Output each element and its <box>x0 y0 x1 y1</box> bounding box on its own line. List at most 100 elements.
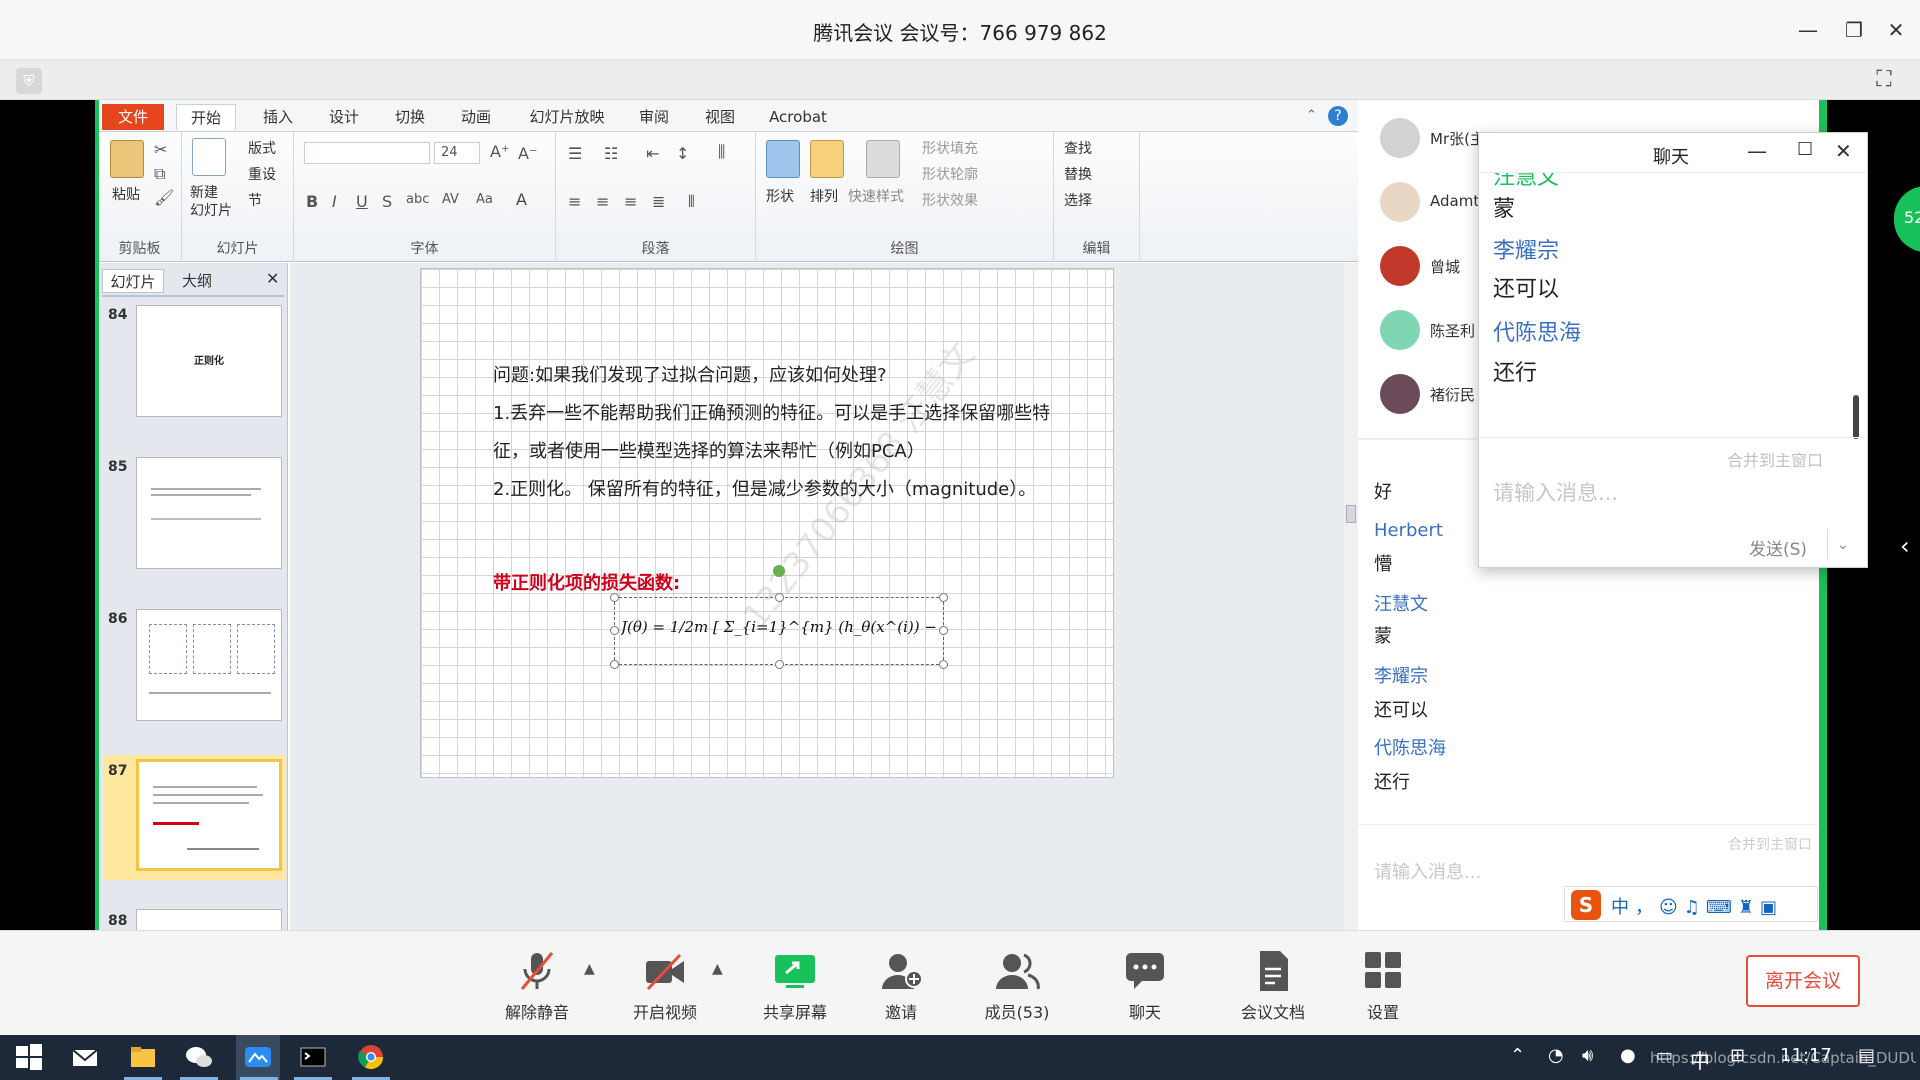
italic-icon[interactable]: I <box>332 192 337 211</box>
strikethrough-icon[interactable]: abc <box>406 192 429 207</box>
shapes-icon[interactable] <box>766 140 800 178</box>
shadow-icon[interactable]: S <box>382 192 392 211</box>
fullscreen-icon[interactable]: ⛶ <box>1868 64 1900 96</box>
justify-icon[interactable]: ≣ <box>652 192 665 211</box>
network-icon[interactable]: ◔ <box>1548 1045 1564 1066</box>
collapse-ribbon-icon[interactable]: ⌃ <box>1306 108 1317 123</box>
chevron-left-icon[interactable]: ‹ <box>1900 532 1910 560</box>
chat-minimize-icon[interactable]: — <box>1747 139 1767 163</box>
formula-object[interactable]: J(θ) = 1/2m [ Σ_{i=1}^{m} (h_θ(x^(i)) − … <box>610 593 948 669</box>
font-color-icon[interactable]: A <box>516 190 527 209</box>
indent-icon[interactable]: ⇤ <box>646 144 659 163</box>
chat-close-icon[interactable]: ✕ <box>1835 139 1852 163</box>
shape-outline-button[interactable]: 形状轮廓 <box>922 164 978 184</box>
vertical-scrollbar[interactable] <box>1344 263 1358 930</box>
tab-animations[interactable]: 动画 <box>446 104 506 130</box>
rotate-handle-icon[interactable] <box>773 565 785 577</box>
slide-thumbnail[interactable] <box>136 609 282 721</box>
resize-handle[interactable] <box>939 660 948 669</box>
chevron-up-icon[interactable]: ▲ <box>712 961 723 977</box>
minimize-button[interactable]: — <box>1790 14 1826 46</box>
volume-icon[interactable]: 🔊︎ <box>1582 1045 1593 1066</box>
paste-label[interactable]: 粘贴 <box>112 184 140 204</box>
slide-canvas[interactable]: 13237066368 汪慧文 问题:如果我们发现了过拟合问题，应该如何处理? … <box>420 268 1114 778</box>
layout-button[interactable]: 版式 <box>248 138 276 158</box>
resize-handle[interactable] <box>610 660 619 669</box>
char-spacing-icon[interactable]: AV <box>442 192 459 207</box>
tab-insert[interactable]: 插入 <box>248 104 308 130</box>
find-button[interactable]: 查找 <box>1064 138 1092 158</box>
share-screen-button[interactable]: 共享屏幕 <box>740 949 850 1023</box>
tab-slides[interactable]: 幻灯片 <box>102 269 164 293</box>
resize-handle[interactable] <box>939 626 948 635</box>
resize-handle[interactable] <box>610 626 619 635</box>
tray-expand-icon[interactable]: ⌃ <box>1510 1045 1525 1066</box>
ime-icons[interactable]: 中，☺♫⌨♜▣ <box>1611 893 1783 919</box>
new-slide-label[interactable]: 新建 <box>190 182 218 202</box>
merge-link[interactable]: 合并到主窗口 <box>1728 834 1812 854</box>
members-button[interactable]: 成员(53) <box>962 949 1072 1023</box>
invite-button[interactable]: 邀请 <box>846 949 956 1023</box>
tab-review[interactable]: 审阅 <box>624 104 684 130</box>
underline-icon[interactable]: U <box>356 192 368 211</box>
merge-link[interactable]: 合并到主窗口 <box>1727 447 1823 471</box>
cut-icon[interactable]: ✂ <box>154 140 167 159</box>
tencent-meeting-icon[interactable] <box>243 1042 273 1072</box>
font-name-select[interactable] <box>304 142 430 164</box>
section-button[interactable]: 节 <box>248 190 262 210</box>
tab-outline[interactable]: 大纲 <box>166 269 228 293</box>
meeting-docs-button[interactable]: 会议文档 <box>1218 949 1328 1023</box>
bold-icon[interactable]: B <box>306 192 318 211</box>
reset-button[interactable]: 重设 <box>248 164 276 184</box>
chevron-up-icon[interactable]: ▲ <box>584 961 595 977</box>
sogou-icon[interactable]: S <box>1571 890 1601 920</box>
chrome-icon[interactable] <box>356 1042 386 1072</box>
send-button[interactable]: 发送(S) <box>1749 535 1807 560</box>
numbering-icon[interactable]: ☷ <box>604 144 618 163</box>
font-size-select[interactable]: 24 <box>434 142 480 164</box>
help-icon[interactable]: ? <box>1328 106 1348 126</box>
resize-handle[interactable] <box>610 593 619 602</box>
paste-icon[interactable] <box>110 140 144 178</box>
arrange-icon[interactable] <box>810 140 844 178</box>
format-painter-icon[interactable]: 🖌 <box>154 188 174 207</box>
select-button[interactable]: 选择 <box>1064 190 1092 210</box>
copy-icon[interactable]: ⧉ <box>154 164 165 184</box>
slide-thumbnail[interactable] <box>136 909 282 930</box>
shapes-label[interactable]: 形状 <box>766 186 794 206</box>
start-video-button[interactable]: 开启视频 <box>610 949 720 1023</box>
tab-slideshow[interactable]: 幻灯片放映 <box>512 104 622 130</box>
tab-home[interactable]: 开始 <box>176 104 236 130</box>
quick-styles-label[interactable]: 快速样式 <box>848 186 904 206</box>
line-spacing-icon[interactable]: ↕ <box>676 144 689 163</box>
resize-handle[interactable] <box>775 660 784 669</box>
tab-view[interactable]: 视图 <box>690 104 750 130</box>
maximize-button[interactable]: ❐ <box>1836 14 1872 46</box>
file-explorer-icon[interactable] <box>128 1042 158 1072</box>
scroll-thumb[interactable] <box>1346 505 1356 523</box>
chat-popup-input[interactable]: 请输入消息... <box>1493 477 1618 507</box>
terminal-icon[interactable] <box>298 1042 328 1072</box>
chevron-down-icon[interactable]: ⌄ <box>1837 537 1849 553</box>
bullets-icon[interactable]: ☰ <box>568 144 582 163</box>
align-left-icon[interactable]: ≡ <box>568 192 581 211</box>
tab-design[interactable]: 设计 <box>314 104 374 130</box>
replace-button[interactable]: 替换 <box>1064 164 1092 184</box>
change-case-icon[interactable]: Aa <box>476 192 493 207</box>
chat-button[interactable]: 聊天 <box>1090 949 1200 1023</box>
wechat-icon[interactable] <box>184 1042 214 1072</box>
close-panel-icon[interactable]: ✕ <box>266 269 279 288</box>
slide-thumbnail[interactable]: 正则化 <box>136 305 282 417</box>
leave-meeting-button[interactable]: 离开会议 <box>1746 955 1860 1007</box>
arrange-label[interactable]: 排列 <box>810 186 838 206</box>
resize-handle[interactable] <box>939 593 948 602</box>
tab-transitions[interactable]: 切换 <box>380 104 440 130</box>
chat-input[interactable]: 请输入消息... <box>1374 858 1481 884</box>
shape-effects-button[interactable]: 形状效果 <box>922 190 978 210</box>
unmute-button[interactable]: 解除静音 <box>482 949 592 1023</box>
tab-file[interactable]: 文件 <box>102 104 164 130</box>
wechat-tray-icon[interactable]: ● <box>1620 1045 1636 1066</box>
close-button[interactable]: ✕ <box>1878 14 1914 46</box>
align-center-icon[interactable]: ≡ <box>596 192 609 211</box>
shape-fill-button[interactable]: 形状填充 <box>922 138 978 158</box>
